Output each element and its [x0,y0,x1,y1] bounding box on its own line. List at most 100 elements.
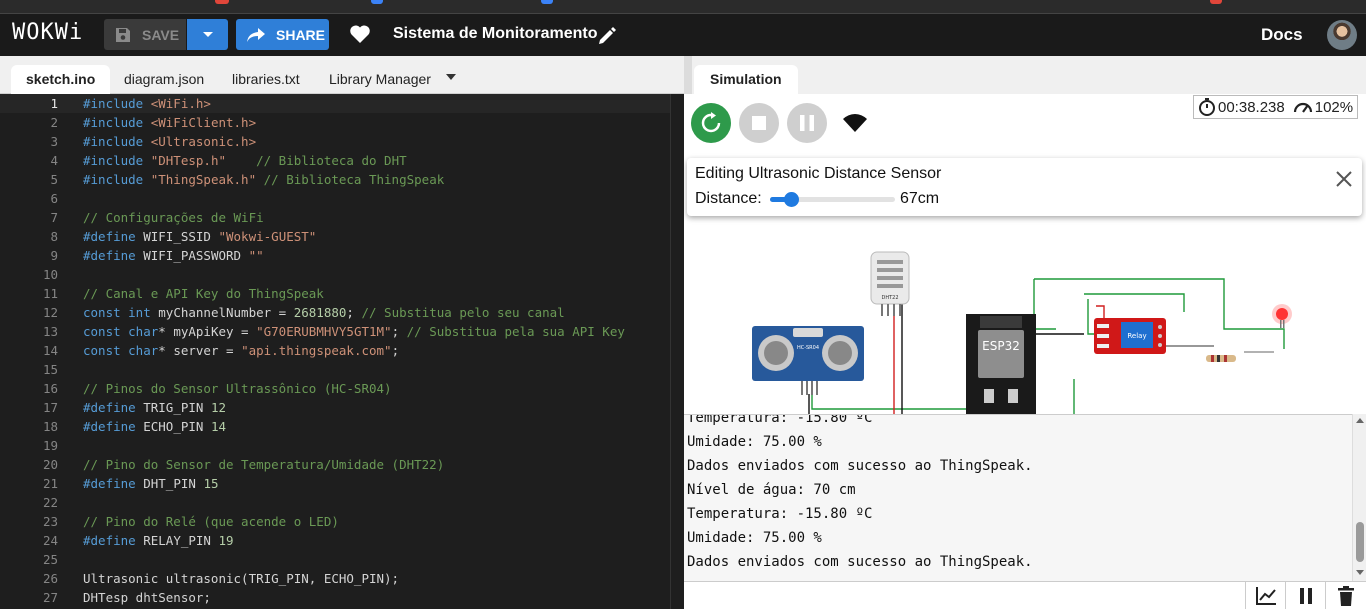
wokwi-logo[interactable]: WOKWi [12,20,83,45]
code-text: #define TRIG_PIN 12 [83,398,226,417]
serial-monitor-output[interactable]: Temperatura: -15.80 ºC Umidade: 75.00 % Da… [684,414,1352,581]
serial-scroll-thumb[interactable] [1356,522,1364,562]
code-token: WIFI_SSID [143,229,219,244]
scroll-up-arrow-icon[interactable] [1356,418,1364,423]
code-line[interactable]: 16 // Pinos do Sensor Ultrassônico (HC-SR… [0,379,670,398]
code-line[interactable]: 24 #define RELAY_PIN 19 [0,531,670,550]
save-options-dropdown[interactable] [187,19,228,50]
red-led[interactable] [1272,304,1292,328]
line-number: 17 [42,400,58,415]
line-number: 8 [50,229,58,244]
code-token: myChannelNumber = [158,305,294,320]
code-text: // Canal e API Key do ThingSpeak [83,284,324,303]
code-token: ; [391,343,400,358]
tab-diagram-json[interactable]: diagram.json [109,65,219,94]
user-avatar[interactable] [1327,20,1357,50]
code-line[interactable]: 14 const char* server = "api.thingspeak.c… [0,341,670,360]
code-text: #include "ThingSpeak.h" // Biblioteca Th… [83,170,444,189]
dht22-sensor[interactable]: DHT22 [870,251,910,316]
code-line[interactable]: 25 [0,550,670,569]
resistor[interactable] [1206,355,1236,362]
stop-simulation-button[interactable] [739,103,779,143]
line-number: 26 [42,571,58,586]
code-line[interactable]: 26 Ultrasonic ultrasonic(TRIG_PIN, ECHO_P… [0,569,670,588]
code-text: const char* myApiKey = "G70ERUBMHVY5GT1M… [83,322,625,341]
tab-menu-caret-icon[interactable] [446,74,456,80]
line-number: 25 [42,552,58,567]
pause-serial-button[interactable] [1285,582,1325,609]
distance-slider-thumb[interactable] [784,192,800,207]
tab-libraries-txt[interactable]: libraries.txt [217,65,315,94]
scroll-down-arrow-icon[interactable] [1356,570,1364,575]
code-line[interactable]: 27 DHTesp dhtSensor; [0,588,670,607]
code-token: TRIG_PIN [143,400,211,415]
code-token: <Ultrasonic.h> [150,134,257,149]
code-token: Ultrasonic ultrasonic(TRIG_PIN, ECHO_PIN… [83,571,400,586]
pencil-icon[interactable] [597,26,617,46]
relay-module[interactable]: Relay [1094,318,1166,354]
line-number: 24 [42,533,58,548]
code-line[interactable]: 10 [0,265,670,284]
save-button[interactable]: SAVE [104,19,186,50]
code-line[interactable]: 20 // Pino do Sensor de Temperatura/Umida… [0,455,670,474]
line-number: 13 [42,324,58,339]
tab-library-manager[interactable]: Library Manager [314,65,446,94]
editor-scrollbar[interactable] [670,94,684,609]
code-line[interactable]: 15 [0,360,670,379]
plotter-button[interactable] [1245,582,1285,609]
share-button[interactable]: SHARE [236,19,329,50]
serial-scrollbar[interactable] [1352,414,1366,581]
code-line[interactable]: 9 #define WIFI_PASSWORD "" [0,246,670,265]
docs-link[interactable]: Docs [1261,25,1303,45]
code-line[interactable]: 11 // Canal e API Key do ThingSpeak [0,284,670,303]
code-token: #define [83,229,144,244]
code-line[interactable]: 23 // Pino do Relé (que acende o LED) [0,512,670,531]
editor-tab-bar: sketch.ino diagram.json libraries.txt Li… [0,56,684,94]
clear-serial-button[interactable] [1325,582,1365,609]
heart-icon[interactable] [349,24,371,44]
code-token: #define [83,248,144,263]
code-line[interactable]: 19 [0,436,670,455]
close-icon[interactable] [1334,169,1354,189]
code-token: // Biblioteca ThingSpeak [263,172,445,187]
simulation-area[interactable]: 00:38.238 102% Editing Ultrasonic Distan… [684,94,1366,414]
tab-simulation[interactable]: Simulation [694,65,798,94]
restart-icon [701,112,721,133]
code-token: #include [83,115,151,130]
code-line[interactable]: 5 #include "ThingSpeak.h" // Biblioteca T… [0,170,670,189]
code-line[interactable]: 4 #include "DHTesp.h" // Biblioteca do DH… [0,151,670,170]
esp32-board[interactable]: ESP32 [966,314,1036,414]
code-line[interactable]: 2 #include <WiFiClient.h> [0,113,670,132]
code-token: 15 [203,476,219,491]
code-line[interactable]: 1 #include <WiFi.h> [0,94,670,113]
code-line[interactable]: 18 #define ECHO_PIN 14 [0,417,670,436]
pause-simulation-button[interactable] [787,103,827,143]
code-editor[interactable]: 1 #include <WiFi.h> 2 #include <WiFiClient.… [0,94,670,609]
code-text: #define RELAY_PIN 19 [83,531,234,550]
restart-simulation-button[interactable] [691,103,731,143]
code-line[interactable]: 7 // Configurações de WiFi [0,208,670,227]
circuit-diagram[interactable]: HC-SR04 DHT22 ESP32 Relay [684,234,1366,414]
code-line[interactable]: 12 const int myChannelNumber = 2681880; /… [0,303,670,322]
ultrasonic-sensor[interactable]: HC-SR04 [752,326,864,395]
code-line[interactable]: 21 #define DHT_PIN 15 [0,474,670,493]
code-line[interactable]: 6 [0,189,670,208]
code-line[interactable]: 17 #define TRIG_PIN 12 [0,398,670,417]
code-line[interactable]: 3 #include <Ultrasonic.h> [0,132,670,151]
speedometer-icon [1293,102,1312,113]
code-line[interactable]: 8 #define WIFI_SSID "Wokwi-GUEST" [0,227,670,246]
code-line[interactable]: 22 [0,493,670,512]
code-text: #define ECHO_PIN 14 [83,417,226,436]
code-line[interactable]: 13 const char* myApiKey = "G70ERUBMHVY5GT… [0,322,670,341]
distance-slider[interactable] [770,192,895,207]
line-number: 4 [50,153,58,168]
line-number: 15 [42,362,58,377]
stop-icon [752,116,766,130]
top-bar: WOKWi SAVE SHARE Sistema de Monitorament… [0,14,1366,56]
ultrasonic-label: HC-SR04 [797,345,819,351]
tab-sketch-ino[interactable]: sketch.ino [11,65,111,94]
line-number: 2 [50,115,58,130]
project-title[interactable]: Sistema de Monitoramento [393,25,597,43]
